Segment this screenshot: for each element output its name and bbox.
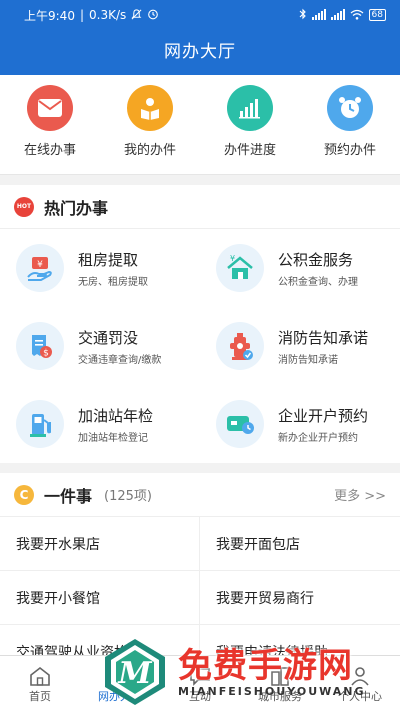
hot-item-desc: 交通违章查询/缴款 [78,354,162,366]
mute-icon [131,8,142,22]
fine-bill-icon: $ [16,322,64,370]
hot-item-desc: 公积金查询、办理 [278,276,358,288]
person-reading-icon [127,85,173,131]
watermark-subtext: MIANFEISHOUYOUWANG [178,684,366,698]
status-time: 上午9:40 [24,8,75,23]
hot-item-gas-station[interactable]: 加油站年检 加油站年检登记 [0,385,200,463]
one-thing-item[interactable]: 我要开小餐馆 [0,571,200,625]
quick-entry-label: 办件进度 [223,143,276,158]
hot-item-desc: 新办企业开户预约 [278,432,358,444]
hot-item-name: 企业开户预约 [278,406,369,425]
one-thing-item[interactable]: 我要开贸易商行 [200,571,400,625]
watermark-text: 免费手游网 [178,645,353,686]
nav-label: 首页 [29,689,51,703]
card-clock-icon [216,400,264,448]
wifi-icon [350,9,364,22]
section-title: 热门办事 [44,198,109,218]
hot-item-name: 公积金服务 [278,250,354,269]
hot-services-section: HOT 热门办事 ¥ 租房提取 无房、租房提取 ¥ 公积金服务 公积金查询、办理 [0,185,400,463]
section-title: 一件事 [44,486,93,506]
fire-hydrant-icon [216,322,264,370]
quick-entry-online[interactable]: 在线办事 [5,85,95,174]
hot-item-name: 交通罚没 [78,328,139,347]
section-header: HOT 热门办事 [0,185,400,229]
alarm-clock-icon [327,85,373,131]
home-icon [29,664,51,688]
battery-indicator: 68 [368,9,386,21]
hot-item-housing-fund[interactable]: ¥ 公积金服务 公积金查询、办理 [200,229,400,307]
fuel-pump-icon [16,400,64,448]
alarm-icon [147,8,159,22]
quick-entry-label: 我的办件 [123,143,176,158]
quick-entry-progress[interactable]: 办件进度 [205,85,295,174]
item-count: (125项) [104,489,152,504]
signal-icon [311,8,326,22]
hot-item-rent-withdrawal[interactable]: ¥ 租房提取 无房、租房提取 [0,229,200,307]
one-thing-item[interactable]: 我要开水果店 [0,517,200,571]
section-header: C 一件事 (125项) 更多 >> [0,473,400,517]
house-icon: ¥ [216,244,264,292]
network-speed: 0.3K/s [89,8,127,22]
quick-entry-my-cases[interactable]: 我的办件 [105,85,195,174]
hot-badge-icon: HOT [14,196,34,217]
hot-item-name: 加油站年检 [78,406,154,425]
site-watermark: M 免费手游网 MIANFEISHOUYOUWANG [100,635,400,709]
bluetooth-icon [299,8,307,22]
signal-hd-icon [330,8,345,22]
hot-item-business-account[interactable]: 企业开户预约 新办企业开户预约 [200,385,400,463]
app-screen: 上午9:40 | 0.3K/s 68 网办大厅 在线办事 我的办件 办件进度 预… [0,0,400,711]
status-bar: 上午9:40 | 0.3K/s 68 [0,0,400,30]
quick-entry-label: 预约办件 [323,143,376,158]
envelope-icon [27,85,73,131]
bar-chart-icon [227,85,273,131]
quick-entry-appointment[interactable]: 预约办件 [305,85,395,174]
hot-item-fire-safety[interactable]: 消防告知承诺 消防告知承诺 [200,307,400,385]
hot-item-traffic-fine[interactable]: $ 交通罚没 交通违章查询/缴款 [0,307,200,385]
hot-item-desc: 无房、租房提取 [78,276,148,288]
more-link[interactable]: 更多 >> [334,485,386,504]
one-thing-item[interactable]: 我要开面包店 [200,517,400,571]
c-badge-icon: C [14,484,34,505]
quick-entry-label: 在线办事 [23,143,76,158]
watermark-logo-icon: M [100,637,170,707]
hot-item-desc: 加油站年检登记 [78,432,148,444]
hot-item-name: 消防告知承诺 [278,328,369,347]
svg-text:¥: ¥ [230,254,235,263]
svg-text:M: M [117,656,152,691]
hot-item-desc: 消防告知承诺 [278,354,338,366]
svg-text:$: $ [43,349,49,359]
rent-money-icon: ¥ [16,244,64,292]
quick-entry-bar: 在线办事 我的办件 办件进度 预约办件 [0,75,400,175]
nav-home[interactable]: 首页 [5,664,75,704]
svg-text:¥: ¥ [37,260,43,270]
hot-item-name: 租房提取 [78,250,139,269]
page-title: 网办大厅 [164,42,236,62]
header: 上午9:40 | 0.3K/s 68 网办大厅 [0,0,400,75]
